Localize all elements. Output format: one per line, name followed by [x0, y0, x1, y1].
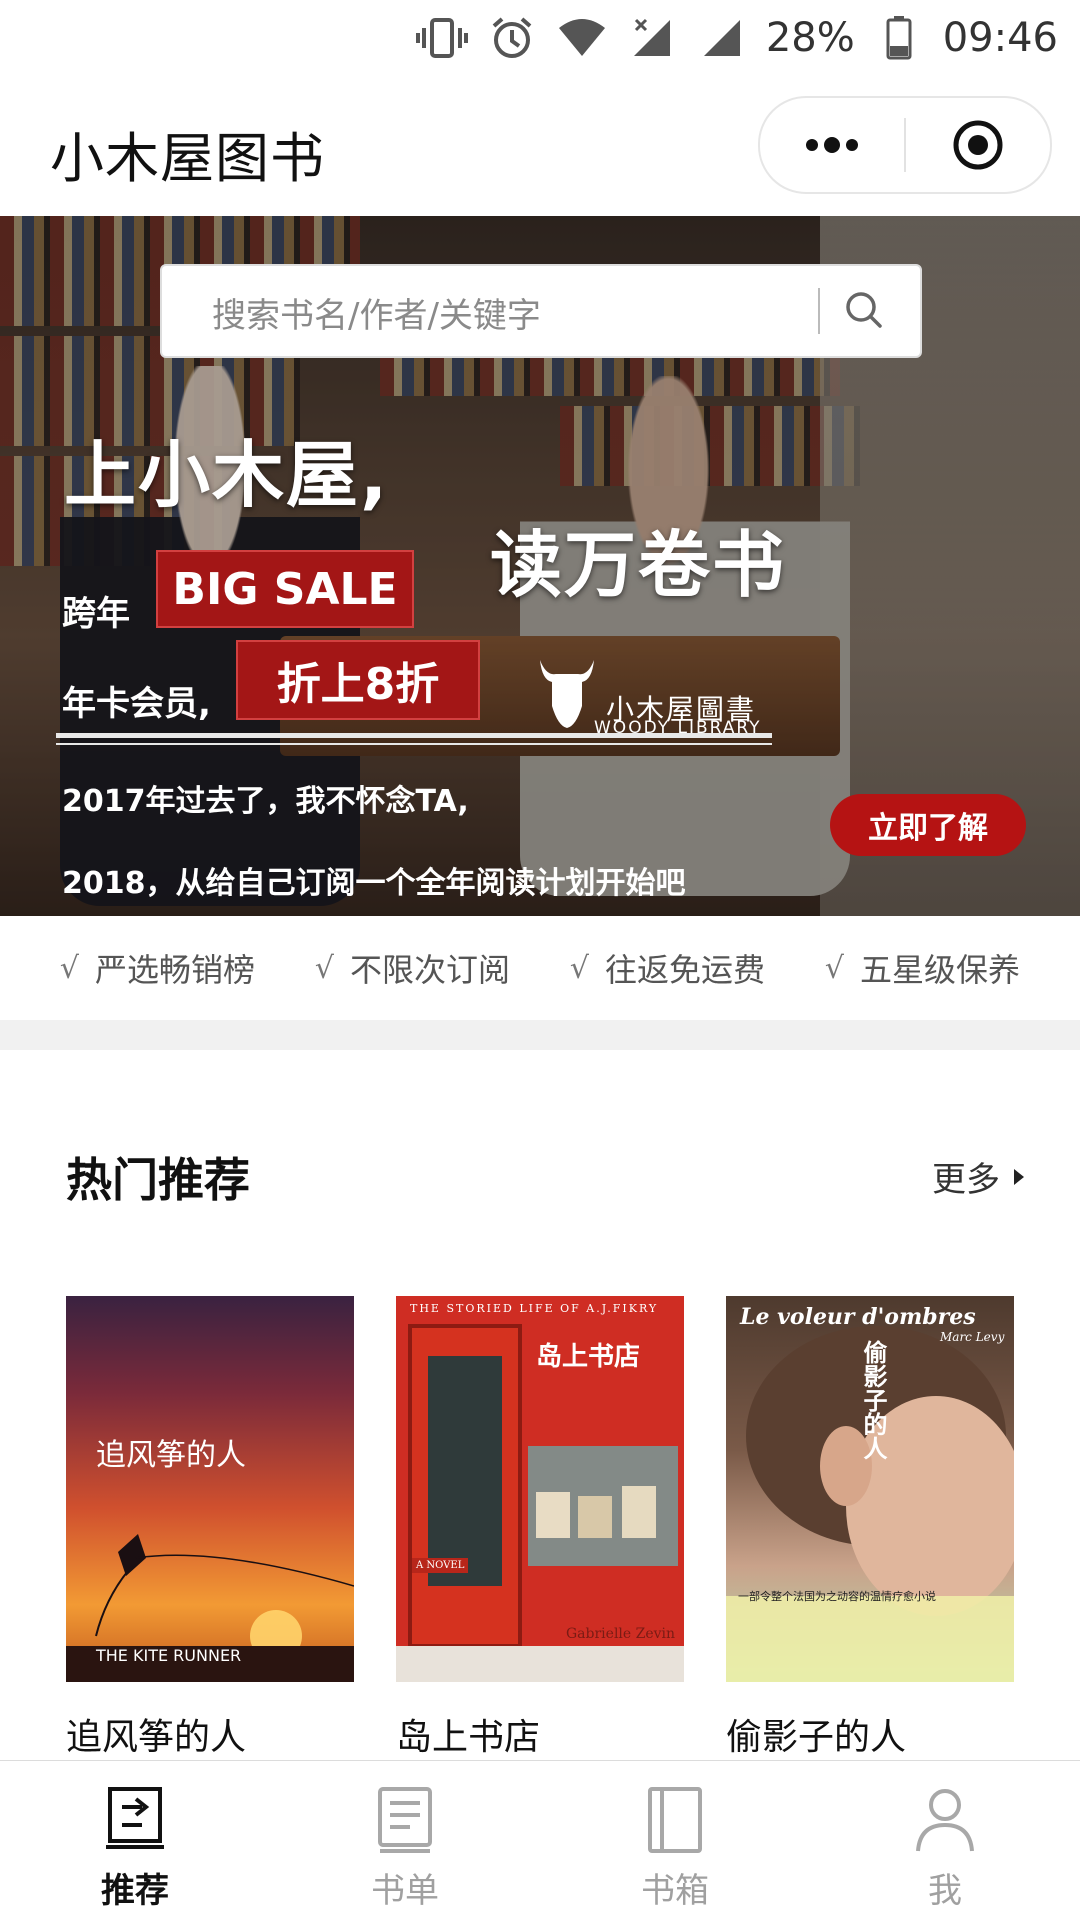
book-card[interactable]: 追风筝的人 THE KITE RUNNER 追风筝的人	[66, 1296, 354, 1758]
banner-copy: 2018，从给自己订阅一个全年阅读计划开始吧	[62, 866, 686, 901]
book-cover[interactable]: 追风筝的人 THE KITE RUNNER	[66, 1296, 354, 1682]
cover-subtitle: Le voleur d'ombres	[740, 1304, 976, 1330]
cover-tagline: 一部令整个法国为之动容的温情疗愈小说	[738, 1590, 936, 1603]
booklist-icon	[378, 1787, 432, 1853]
tab-recommend[interactable]: 推荐	[0, 1761, 270, 1921]
feature-label: 往返免运费	[605, 951, 766, 989]
bookbox-icon	[648, 1787, 702, 1853]
tab-bookbox[interactable]: 书箱	[540, 1761, 810, 1921]
check-icon: √	[569, 950, 590, 986]
banner-divider	[56, 733, 772, 738]
more-link[interactable]: 更多	[932, 1152, 1024, 1201]
check-icon: √	[59, 950, 80, 986]
tab-booklist[interactable]: 书单	[270, 1761, 540, 1921]
tab-label: 推荐	[101, 1871, 169, 1911]
wifi-icon	[556, 12, 608, 64]
tab-label: 我	[928, 1871, 962, 1911]
search-icon[interactable]	[840, 286, 890, 336]
clock: 09:46	[942, 15, 1058, 61]
cover-title: 岛上书店	[536, 1342, 641, 1372]
feature-item: √ 严选畅销榜	[60, 945, 255, 991]
recommend-icon	[106, 1787, 164, 1849]
big-sale-badge: BIG SALE	[156, 550, 414, 628]
book-cover[interactable]: THE STORIED LIFE OF A.J.FIKRY 岛上书店 A NOV…	[396, 1296, 684, 1682]
more-menu-button[interactable]	[760, 98, 904, 192]
battery-icon	[873, 12, 925, 64]
features-row: √ 严选畅销榜 √ 不限次订阅 √ 往返免运费 √ 五星级保养	[0, 916, 1080, 1020]
section-title: 热门推荐	[66, 1153, 250, 1207]
book-title[interactable]: 岛上书店	[396, 1708, 540, 1760]
check-icon: √	[314, 950, 335, 986]
banner-copy: 2017年过去了，我不怀念TA,	[62, 784, 469, 819]
alarm-icon	[486, 12, 538, 64]
banner-label: 年卡会员,	[62, 684, 211, 724]
cover-author: Marc Levy	[940, 1330, 1005, 1344]
more-label: 更多	[932, 1160, 1000, 1200]
bull-logo-icon	[540, 660, 594, 728]
more-dots-icon	[806, 137, 858, 153]
status-icons: 28% 09:46	[415, 10, 1058, 66]
banner-label: 跨年	[62, 594, 130, 634]
tab-label: 书箱	[641, 1871, 709, 1911]
tab-profile[interactable]: 我	[810, 1761, 1080, 1921]
book-title[interactable]: 追风筝的人	[66, 1708, 246, 1760]
feature-label: 不限次订阅	[350, 951, 511, 989]
cover-title: 追风筝的人	[96, 1438, 246, 1473]
check-icon: √	[824, 950, 845, 986]
chevron-right-icon	[1014, 1168, 1024, 1185]
tab-bar: 推荐 书单 书箱 我	[0, 1760, 1080, 1921]
target-circle-icon	[953, 120, 1003, 170]
banner-slogan: 读万卷书	[490, 523, 787, 607]
search-input[interactable]: 搜索书名/作者/关键字	[160, 264, 922, 358]
nav-bar: 小木屋图书	[0, 76, 1080, 217]
cover-title: 偷影子的人	[859, 1340, 888, 1460]
page-title: 小木屋图书	[50, 127, 325, 190]
kite-illustration	[66, 1534, 354, 1682]
close-miniprogram-button[interactable]	[906, 98, 1050, 192]
signal-x-icon	[626, 12, 678, 64]
book-card[interactable]: THE STORIED LIFE OF A.J.FIKRY 岛上书店 A NOV…	[396, 1296, 684, 1758]
feature-label: 严选畅销榜	[95, 951, 256, 989]
miniprogram-capsule	[758, 96, 1052, 194]
profile-icon	[916, 1789, 974, 1852]
feature-item: √ 五星级保养	[825, 945, 1020, 991]
cover-author: Gabrielle Zevin	[566, 1626, 676, 1642]
feature-item: √ 往返免运费	[570, 945, 765, 991]
promo-banner[interactable]: 搜索书名/作者/关键字 上小木屋, 读万卷书 跨年 BIG SALE 年卡会员,…	[0, 216, 1080, 916]
cover-subtitle: THE KITE RUNNER	[96, 1646, 242, 1665]
banner-slogan: 上小木屋,	[64, 433, 390, 517]
feature-item: √ 不限次订阅	[315, 945, 510, 991]
vibrate-icon	[415, 12, 468, 64]
section-gap	[0, 1020, 1080, 1050]
signal-icon	[696, 12, 748, 64]
tab-label: 书单	[371, 1871, 439, 1911]
search-divider	[818, 288, 820, 334]
cover-subtitle: THE STORIED LIFE OF A.J.FIKRY	[410, 1302, 659, 1315]
feature-label: 五星级保养	[860, 951, 1021, 989]
banner-divider	[56, 743, 772, 745]
book-cover[interactable]: Le voleur d'ombres Marc Levy 偷影子的人 一部令整个…	[726, 1296, 1014, 1682]
search-placeholder: 搜索书名/作者/关键字	[212, 296, 541, 336]
book-card[interactable]: Le voleur d'ombres Marc Levy 偷影子的人 一部令整个…	[726, 1296, 1014, 1758]
learn-more-button[interactable]: 立即了解	[830, 794, 1026, 856]
battery-percent: 28%	[765, 15, 855, 61]
book-title[interactable]: 偷影子的人	[726, 1708, 906, 1760]
cover-tag: A NOVEL	[412, 1558, 469, 1573]
status-bar: 28% 09:46	[0, 0, 1080, 76]
discount-badge: 折上8折	[236, 640, 480, 720]
